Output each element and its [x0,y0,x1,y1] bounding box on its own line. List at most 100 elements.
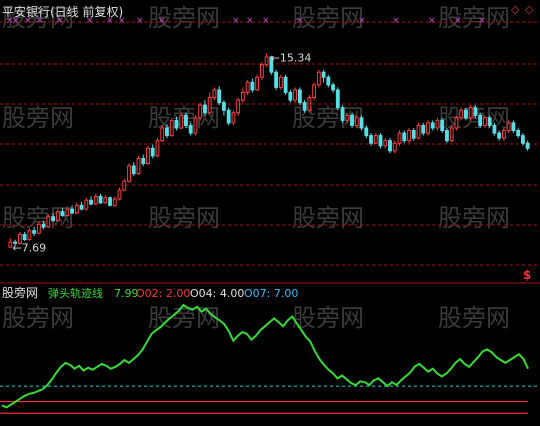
candle-body [449,127,454,142]
indicator-legend: O02: 2.00 O04: 4.00 O07: 7.00 [136,287,298,300]
candle-body [407,130,411,142]
candle-body [65,208,70,216]
candle-body [307,97,312,111]
signal-x-icon: × [478,16,486,26]
candle-body [312,84,317,99]
candle-body [468,107,473,119]
candle-body [506,122,511,132]
candle-body [373,135,378,144]
candle-body [217,89,222,104]
candle-body [278,76,283,88]
signal-x-icon: × [358,16,366,26]
watermark-text: 股旁网 [438,204,510,232]
indicator-value: 7.99 [114,287,139,300]
candle-body [478,114,483,126]
dollar-marker-icon: $ [523,268,531,282]
signal-x-icon: × [232,16,240,26]
candle-body [221,102,226,111]
candle-body [27,230,32,241]
candle-body [264,56,269,66]
candle-body [520,135,525,144]
candle-body [416,124,421,139]
high-price-label: ←15.34 [271,51,312,64]
candle-body [193,117,198,134]
candle-body [8,241,13,248]
candle-body [383,140,388,147]
candle-body [184,114,188,126]
candle-body [411,130,416,139]
candle-body [501,130,506,139]
candle-body [103,197,108,204]
watermark-text: 股旁网 [292,204,364,232]
candle-body [240,91,245,101]
candle-body [335,89,340,109]
candle-body [60,211,65,216]
diamond-icon[interactable]: ◇ [511,3,520,16]
candle-body [331,84,335,91]
low-price-label: ←7.69 [12,241,46,254]
candle-body [22,233,27,241]
signal-x-icon: × [246,16,254,26]
candle-body [464,109,468,119]
candle-body [93,195,98,205]
candle-body [127,165,131,182]
candle-body [122,180,127,191]
candle-body [316,71,321,86]
watermark-text: 股旁网 [2,304,74,332]
candle-body [169,119,174,137]
candle-body [179,114,184,129]
signal-x-icon: × [136,16,144,26]
candle-body [345,114,350,121]
signal-x-icon: × [262,16,270,26]
candle-body [89,199,93,205]
candle-body [482,117,487,126]
candle-body [212,89,217,99]
candle-body [293,89,298,101]
candle-body [108,197,112,206]
candle-body [459,109,464,119]
candle-body [321,71,326,78]
legend-item: O02: 2.00 [136,287,190,300]
candle-body [359,117,364,129]
candle-body [141,157,146,164]
candle-body [46,216,51,228]
candle-body [392,142,397,152]
candle-body [369,135,373,144]
candle-body [117,189,122,200]
candle-body [350,114,354,126]
candle-body [525,142,530,149]
candle-body [98,195,103,204]
candle-body [55,211,60,222]
candle-body [41,223,46,228]
candle-body [454,117,459,129]
candle-body [165,127,169,137]
indicator-site: 股旁网 [2,285,38,300]
watermark-text: 股旁网 [2,104,74,132]
watermark-text: 股旁网 [438,304,510,332]
indicator-name: 弹头轨迹线 [48,286,103,300]
candle-body [74,204,79,214]
candle-body [150,147,155,157]
candle-body [435,119,440,129]
candle-body [255,76,260,91]
candle-body [79,204,84,210]
candle-body [36,223,41,234]
candle-body [146,147,150,164]
candle-body [497,132,502,139]
candle-body [283,76,288,93]
candle-body [354,117,359,126]
diamond-icon[interactable]: ◇ [525,3,534,16]
watermark-text: 股旁网 [438,4,510,32]
candle-body [70,208,74,214]
candle-body [511,122,516,132]
candle-body [245,81,250,93]
candle-body [421,124,426,134]
candle-body [388,140,392,152]
watermark-text: 股旁网 [292,304,364,332]
candle-body [397,132,402,144]
candle-body [378,135,383,147]
candle-body [473,107,478,116]
candle-body [155,140,160,157]
chart-title: 平安银行(日线 前复权) [2,4,123,19]
candle-body [487,117,492,126]
